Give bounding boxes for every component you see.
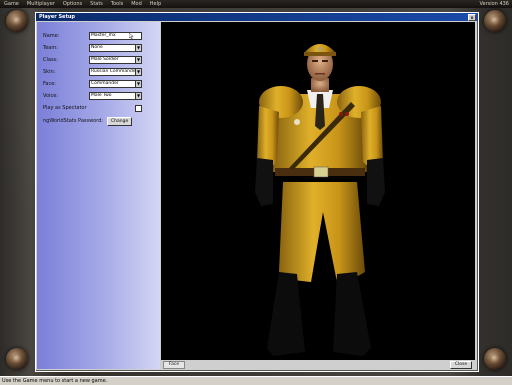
voice-row: Voice: Male Two ▼ [43, 92, 142, 100]
menu-help[interactable]: Help [146, 0, 165, 8]
skin-label: Skin: [43, 69, 56, 75]
chevron-down-icon[interactable]: ▼ [135, 93, 141, 99]
chevron-down-icon[interactable]: ▼ [135, 45, 141, 51]
dialog-title: Player Setup [39, 14, 75, 20]
voice-select[interactable]: Male Two ▼ [89, 92, 142, 100]
close-x-button[interactable]: x [468, 14, 476, 21]
spectator-label: Play as Spectator [43, 105, 87, 111]
menu-mod[interactable]: Mod [127, 0, 146, 8]
menu-bar: Game Multiplayer Options Stats Tools Mod… [0, 0, 512, 8]
name-label: Name: [43, 33, 60, 39]
settings-panel: Name: Master_mx Team: None ▼ Class: Male… [37, 22, 160, 369]
change-password-button[interactable]: Change [107, 116, 133, 126]
voice-label: Voice: [43, 93, 58, 99]
class-row: Class: Male Soldier ▼ [43, 56, 142, 64]
menu-options[interactable]: Options [59, 0, 86, 8]
face-value: Commander [91, 81, 119, 86]
voice-value: Male Two [91, 93, 112, 98]
password-row: ngWorldStats Password: Change [43, 116, 133, 126]
skin-row: Skin: Russian Commander ▼ [43, 68, 142, 76]
rivet-icon [6, 10, 28, 32]
face-select[interactable]: Commander ▼ [89, 80, 142, 88]
menu-tools[interactable]: Tools [107, 0, 127, 8]
name-value: Master_mx [91, 33, 116, 38]
cursor-icon [129, 33, 134, 39]
menu-game[interactable]: Game [0, 0, 23, 8]
skin-select[interactable]: Russian Commander ▼ [89, 68, 142, 76]
player-setup-dialog: Player Setup x Name: Master_mx Team: Non… [35, 12, 479, 372]
face-row: Face: Commander ▼ [43, 80, 142, 88]
menu-multiplayer[interactable]: Multiplayer [23, 0, 59, 8]
team-row: Team: None ▼ [43, 44, 142, 52]
face-label: Face: [43, 81, 56, 87]
name-input[interactable]: Master_mx [89, 32, 142, 40]
class-label: Class: [43, 57, 58, 63]
character-preview[interactable] [161, 22, 475, 360]
class-select[interactable]: Male Soldier ▼ [89, 56, 142, 64]
menu-stats[interactable]: Stats [86, 0, 107, 8]
dialog-footer: Face Close [161, 360, 475, 369]
rivet-icon [484, 10, 506, 32]
class-value: Male Soldier [91, 57, 119, 62]
team-value: None [91, 45, 103, 50]
status-text: Use the Game menu to start a new game. [2, 378, 108, 384]
team-select[interactable]: None ▼ [89, 44, 142, 52]
skin-value: Russian Commander [91, 69, 138, 74]
soldier-model-icon [255, 44, 385, 356]
spectator-checkbox[interactable] [135, 104, 142, 112]
chevron-down-icon[interactable]: ▼ [135, 81, 141, 87]
name-row: Name: Master_mx [43, 32, 142, 40]
tab-face[interactable]: Face [163, 361, 185, 369]
chevron-down-icon[interactable]: ▼ [135, 69, 141, 75]
team-label: Team: [43, 45, 58, 51]
close-button[interactable]: Close [450, 361, 472, 369]
dialog-titlebar[interactable]: Player Setup x [36, 13, 478, 21]
password-label: ngWorldStats Password: [43, 118, 104, 124]
rivet-icon [6, 348, 28, 370]
spectator-row: Play as Spectator [43, 104, 142, 112]
version-label: Version 436 [479, 1, 509, 7]
chevron-down-icon[interactable]: ▼ [135, 57, 141, 63]
rivet-icon [484, 348, 506, 370]
